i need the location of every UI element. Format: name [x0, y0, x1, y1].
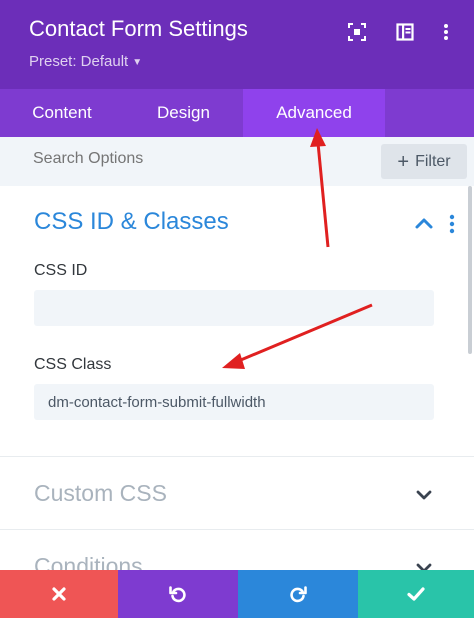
preset-selector[interactable]: Preset: Default ▼ [29, 53, 142, 70]
more-vertical-icon[interactable] [434, 20, 458, 44]
tab-design[interactable]: Design [124, 89, 243, 137]
scrollbar[interactable] [468, 186, 472, 354]
redo-icon [290, 586, 307, 603]
split-view-icon[interactable] [393, 20, 417, 44]
redo-button[interactable] [238, 570, 358, 618]
css-class-field[interactable] [34, 384, 434, 420]
annotation-arrowhead [222, 353, 245, 369]
search-input[interactable] [33, 150, 333, 168]
chevron-down-icon[interactable] [414, 488, 434, 502]
css-id-field[interactable] [34, 290, 434, 326]
filter-label: Filter [415, 152, 451, 170]
section-title-custom-css[interactable]: Custom CSS [34, 480, 167, 507]
tab-bar: Content Design Advanced [0, 89, 474, 137]
section-options-icon[interactable] [445, 214, 459, 234]
tab-advanced[interactable]: Advanced [243, 89, 385, 137]
close-icon [52, 587, 66, 601]
save-button[interactable] [358, 570, 474, 618]
action-footer [0, 570, 474, 618]
check-icon [407, 587, 425, 601]
tab-content[interactable]: Content [0, 89, 124, 137]
filter-button[interactable]: + Filter [381, 144, 467, 179]
undo-button[interactable] [118, 570, 238, 618]
section-divider [0, 456, 474, 457]
css-class-label: CSS Class [34, 356, 112, 373]
section-divider [0, 529, 474, 530]
section-title-css-id-classes[interactable]: CSS ID & Classes [34, 208, 229, 236]
settings-header: Contact Form Settings Preset: Default ▼ [0, 0, 474, 89]
focus-icon[interactable] [345, 20, 369, 44]
css-id-label: CSS ID [34, 262, 88, 279]
plus-icon: + [397, 150, 410, 173]
caret-down-icon: ▼ [132, 57, 143, 68]
modal-title: Contact Form Settings [29, 16, 248, 41]
chevron-up-icon[interactable] [413, 215, 435, 233]
undo-icon [169, 586, 186, 603]
preset-label: Preset: Default [29, 53, 129, 70]
discard-button[interactable] [0, 570, 118, 618]
